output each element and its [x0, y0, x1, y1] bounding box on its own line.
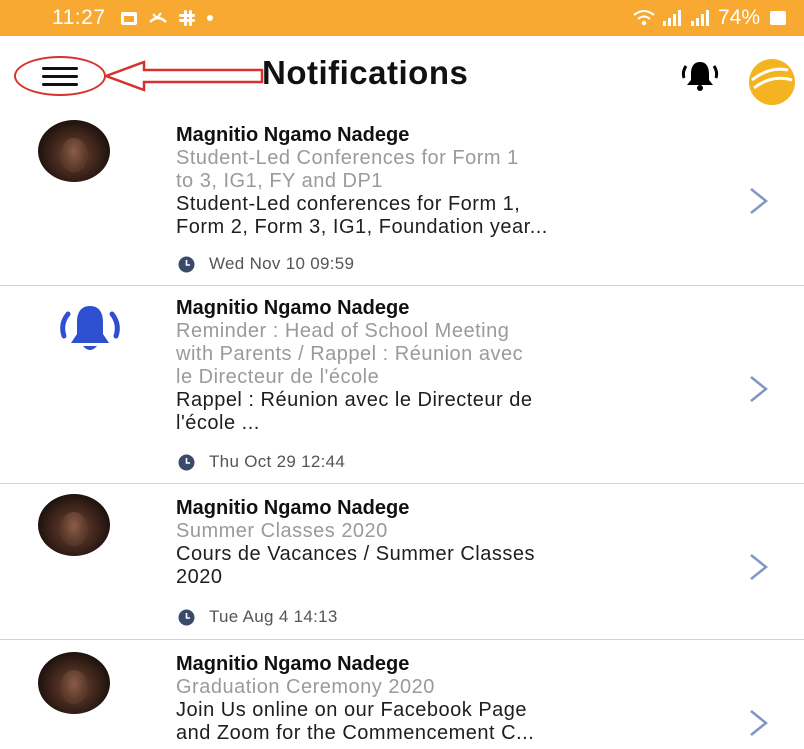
notification-content: Magnitio Ngamo Nadege Graduation Ceremon… [176, 652, 736, 745]
notification-subject: le Directeur de l'école [176, 366, 380, 388]
bell-icon [60, 306, 120, 350]
status-bar: 11:27 74% [0, 0, 804, 36]
notification-subject: Summer Classes 2020 [176, 520, 388, 542]
notification-content: Magnitio Ngamo Nadege Student-Led Confer… [176, 123, 736, 239]
notification-date: Tue Aug 4 14:13 [209, 607, 338, 626]
hamburger-menu-icon [42, 66, 78, 86]
notification-date-row: Wed Nov 10 09:59 [178, 254, 354, 274]
notification-subject: Reminder : Head of School Meeting [176, 320, 510, 342]
status-time: 11:27 [52, 6, 106, 29]
hamburger-menu-button[interactable] [14, 56, 106, 96]
notification-content: Magnitio Ngamo Nadege Reminder : Head of… [176, 296, 736, 435]
notification-preview: 2020 [176, 566, 223, 588]
clock-icon [178, 454, 195, 470]
missed-call-icon [148, 12, 167, 23]
notification-sender: Magnitio Ngamo Nadege [176, 297, 410, 319]
notification-preview: l'école ... [176, 412, 260, 434]
chevron-right-icon[interactable] [748, 374, 770, 404]
wifi-icon [633, 10, 655, 26]
notification-date: Wed Nov 10 09:59 [209, 254, 355, 273]
notification-subject: Student-Led Conferences for Form 1 [176, 147, 519, 169]
school-logo-icon[interactable] [748, 58, 796, 106]
clock-icon [178, 609, 195, 625]
calendar-icon [120, 12, 137, 25]
notification-preview: Student-Led conferences for Form 1, [176, 193, 521, 215]
notification-item[interactable]: Magnitio Ngamo Nadege Reminder : Head of… [0, 286, 804, 484]
notification-content: Magnitio Ngamo Nadege Summer Classes 202… [176, 496, 736, 589]
notification-list: Magnitio Ngamo Nadege Student-Led Confer… [0, 110, 804, 749]
status-notification-icons [120, 9, 214, 27]
avatar [38, 120, 110, 182]
dot-icon [206, 15, 213, 21]
notification-preview: Rappel : Réunion avec le Directeur de [176, 389, 533, 411]
avatar [38, 652, 110, 714]
notification-date: Thu Oct 29 12:44 [209, 452, 346, 471]
chevron-right-icon[interactable] [748, 708, 770, 738]
notification-preview: Join Us online on our Facebook Page [176, 699, 528, 721]
notification-subject: to 3, IG1, FY and DP1 [176, 170, 383, 192]
clock-icon [178, 256, 195, 272]
slack-icon [178, 10, 195, 26]
battery-percent: 74% [717, 6, 760, 29]
arrow-annotation [104, 60, 264, 92]
notification-date-row: Tue Aug 4 14:13 [178, 607, 338, 627]
notification-date-row: Thu Oct 29 12:44 [178, 452, 345, 472]
notification-subject: Graduation Ceremony 2020 [176, 676, 435, 698]
notification-item[interactable]: Magnitio Ngamo Nadege Student-Led Confer… [0, 110, 804, 286]
notification-preview: Cours de Vacances / Summer Classes [176, 543, 535, 565]
battery-icon [770, 11, 786, 25]
notification-sender: Magnitio Ngamo Nadege [176, 653, 410, 675]
app-header: Notifications [0, 36, 804, 110]
notification-subject: with Parents / Rappel : Réunion avec [176, 343, 524, 365]
page-title: Notifications [262, 54, 469, 91]
notification-sender: Magnitio Ngamo Nadege [176, 497, 410, 519]
bell-ringing-icon[interactable] [680, 58, 720, 92]
avatar [38, 494, 110, 556]
chevron-right-icon[interactable] [748, 552, 770, 582]
notification-preview: and Zoom for the Commencement C... [176, 722, 535, 744]
notification-item[interactable]: Magnitio Ngamo Nadege Graduation Ceremon… [0, 640, 804, 749]
signal-icon [662, 10, 681, 26]
notification-sender: Magnitio Ngamo Nadege [176, 124, 410, 146]
chevron-right-icon[interactable] [748, 186, 770, 216]
notification-preview: Form 2, Form 3, IG1, Foundation year... [176, 216, 548, 238]
notification-item[interactable]: Magnitio Ngamo Nadege Summer Classes 202… [0, 484, 804, 640]
signal-icon-2 [690, 10, 709, 26]
status-right: 74% [632, 6, 786, 30]
